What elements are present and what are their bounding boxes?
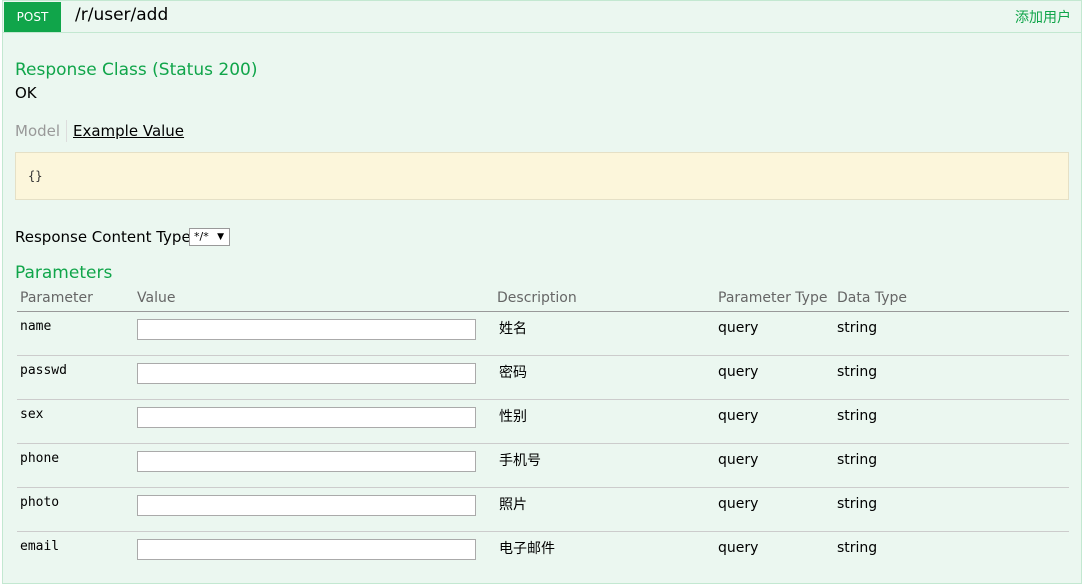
parameter-data-type: string [837,540,878,556]
tab-model[interactable]: Model [15,120,68,142]
parameter-description: 手机号 [499,453,541,469]
parameter-type: query [718,452,759,468]
parameter-value-input[interactable] [137,539,476,560]
parameter-value-input[interactable] [137,495,476,516]
parameter-type: query [718,408,759,424]
column-header-value: Value [137,290,176,306]
parameter-value-input[interactable] [137,319,476,340]
response-content-type-select[interactable]: */* ▼ [189,228,230,246]
operation-heading[interactable]: POST /r/user/add 添加用户 [3,1,1081,33]
parameter-description: 密码 [499,365,527,381]
parameter-description: 电子邮件 [499,541,555,557]
parameter-name: email [20,539,60,554]
column-header-data-type: Data Type [837,290,908,306]
parameter-data-type: string [837,452,878,468]
parameter-row-passwd: passwd 密码 query string [17,356,1069,400]
parameter-row-name: name 姓名 query string [17,312,1069,356]
parameter-name: sex [20,407,44,422]
example-value-code: {} [28,169,43,183]
parameter-type: query [718,496,759,512]
parameter-description: 照片 [499,497,527,513]
parameter-data-type: string [837,408,878,424]
column-header-parameter-type: Parameter Type [718,290,828,306]
response-status-text: OK [15,84,37,102]
parameter-data-type: string [837,364,878,380]
dropdown-arrow-icon: ▼ [217,232,224,242]
parameter-data-type: string [837,320,878,336]
parameters-title: Parameters [15,263,113,283]
parameter-name: photo [20,495,60,510]
example-value-box: {} [15,152,1069,200]
parameter-row-photo: photo 照片 query string [17,488,1069,532]
response-content-type-label: Response Content Type [15,228,191,246]
parameter-type: query [718,364,759,380]
parameter-description: 性别 [499,409,527,425]
parameter-row-phone: phone 手机号 query string [17,444,1069,488]
parameter-description: 姓名 [499,321,527,337]
parameter-name: passwd [20,363,67,378]
parameter-type: query [718,320,759,336]
endpoint-summary[interactable]: 添加用户 [1015,7,1071,27]
parameter-row-email: email 电子邮件 query string [17,532,1069,576]
operation-panel: POST /r/user/add 添加用户 Response Class (St… [2,0,1082,584]
parameter-data-type: string [837,496,878,512]
response-class-title: Response Class (Status 200) [15,60,258,80]
http-method-badge[interactable]: POST [4,2,61,32]
parameter-value-input[interactable] [137,407,476,428]
response-content-type-value: */* [194,230,209,243]
column-header-parameter: Parameter [20,290,93,306]
endpoint-path[interactable]: /r/user/add [75,5,168,25]
column-header-description: Description [497,290,577,306]
parameter-name: phone [20,451,60,466]
parameter-type: query [718,540,759,556]
parameter-value-input[interactable] [137,451,476,472]
parameter-value-input[interactable] [137,363,476,384]
parameter-row-sex: sex 性别 query string [17,400,1069,444]
tab-example-value[interactable]: Example Value [73,120,184,142]
parameter-name: name [20,319,52,334]
